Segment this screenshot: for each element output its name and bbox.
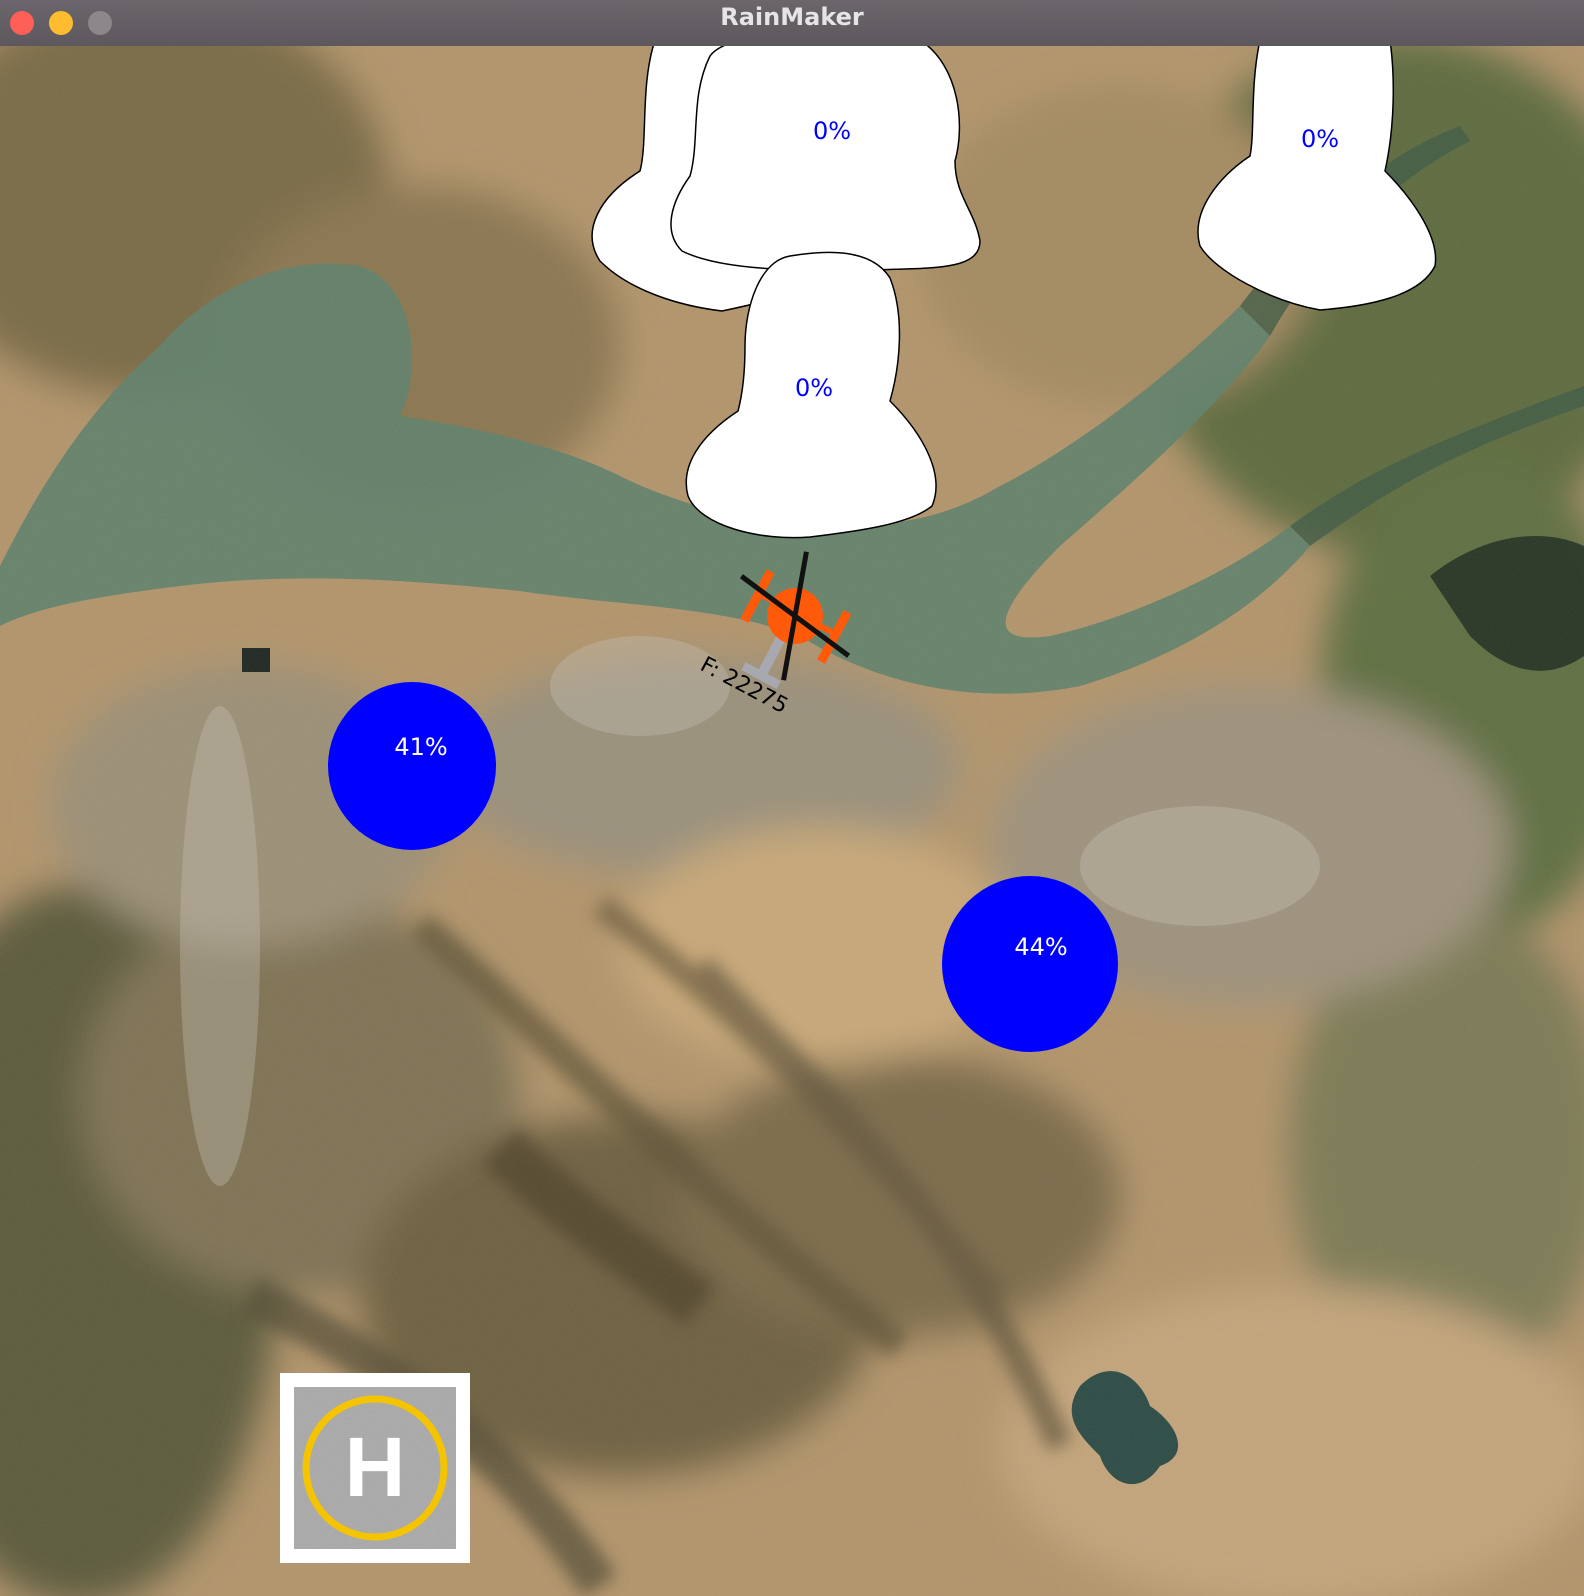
helipad-letter: H [345,1420,406,1514]
cloud-1-label: 0% [813,117,851,145]
cloud-3-label: 0% [795,374,833,402]
pond-1-label: 41% [394,733,447,761]
game-canvas[interactable]: 0% 0% 0% 41% 44% F: 22275 H [0,46,1584,1596]
helipad: H [280,1373,470,1563]
game-window: RainMaker 0% 0% 0% 41% 44% F: 22275 H [0,0,1584,1596]
pond-1: 41% [328,682,496,850]
cloud-2-label: 0% [1301,125,1339,153]
pond-2: 44% [942,876,1118,1052]
pond-2-label: 44% [1014,933,1067,961]
window-title: RainMaker [720,3,864,31]
title-bar: RainMaker [0,0,1584,47]
